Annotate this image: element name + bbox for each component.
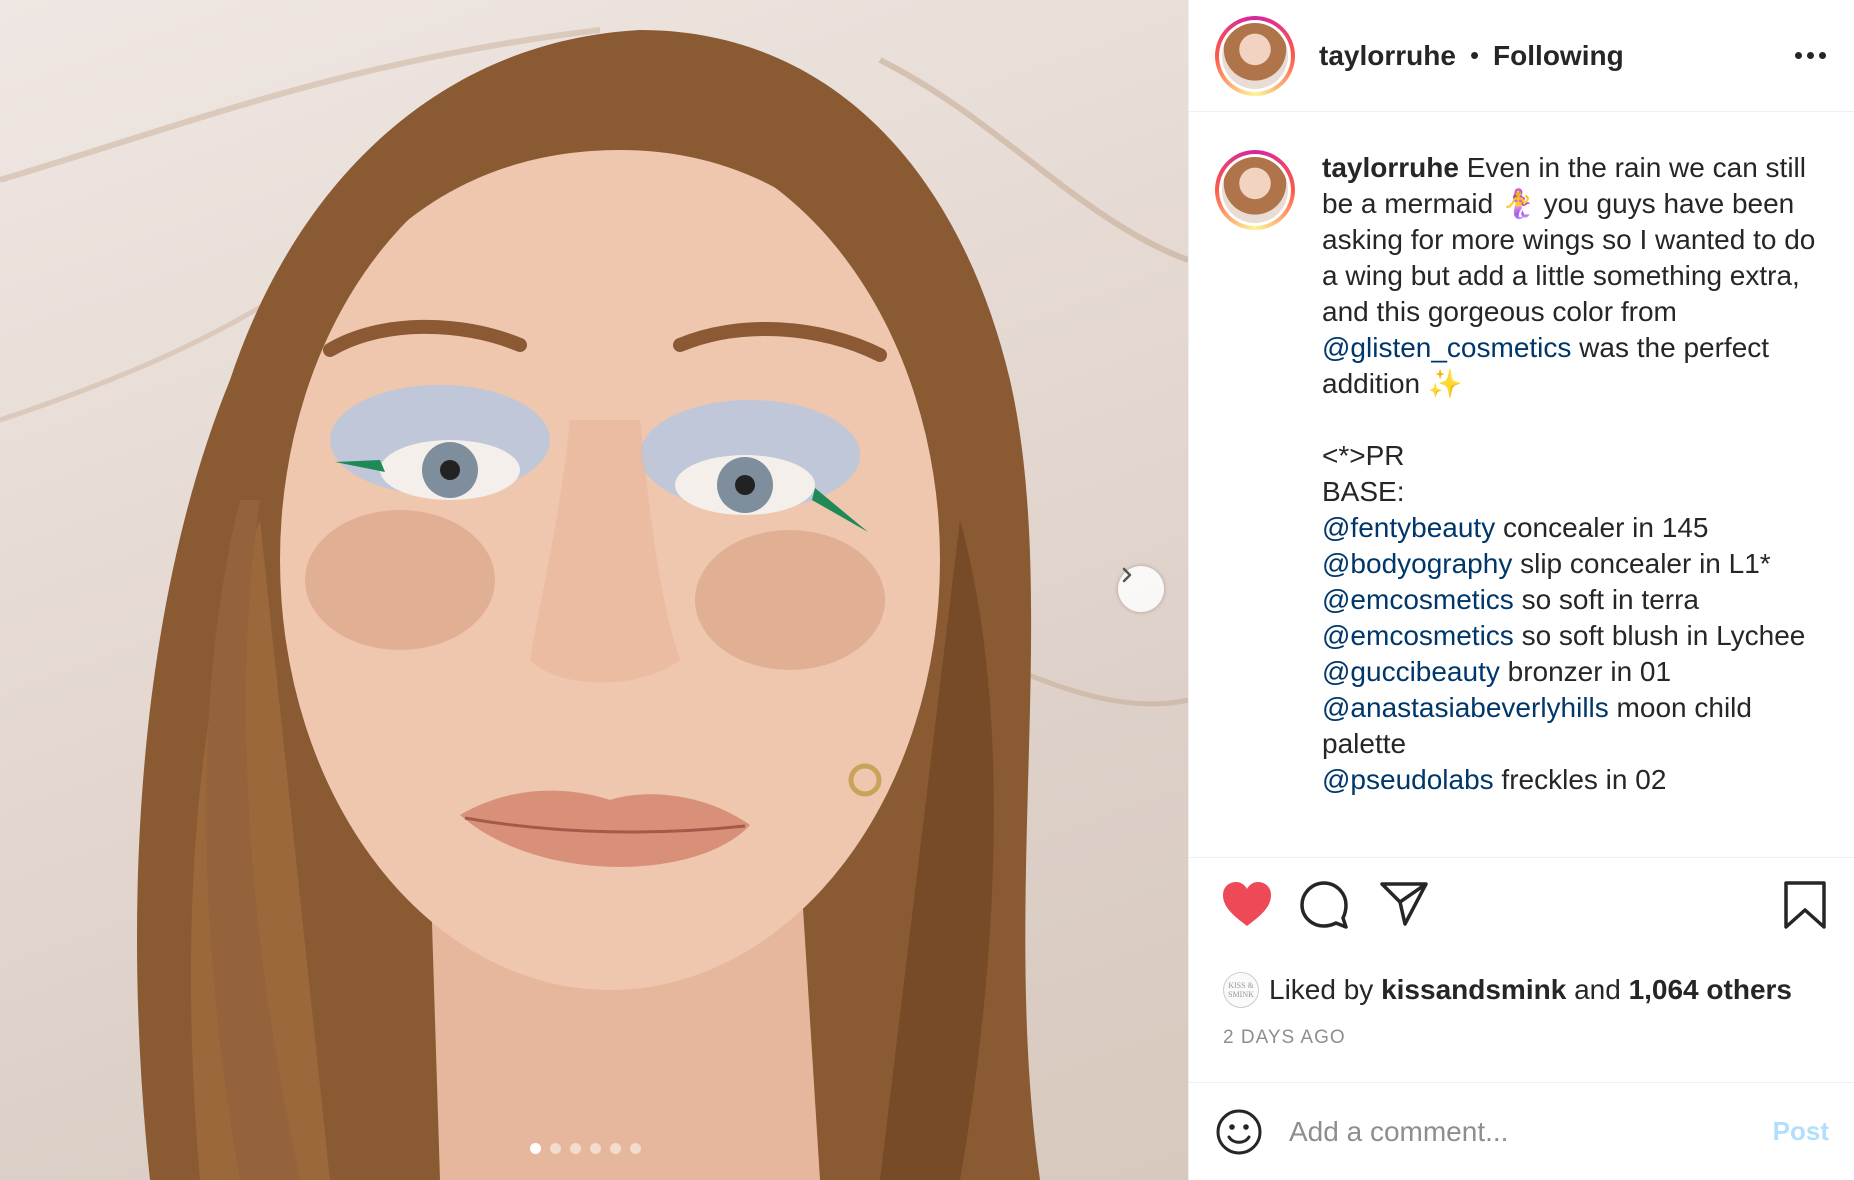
following-button[interactable]: Following [1493,40,1624,72]
caption-text: taylorruhe Even in the rain we can still… [1322,150,1832,857]
product-line: @bodyography slip concealer in L1* [1322,546,1832,582]
heart-icon[interactable] [1221,880,1273,928]
mention-link[interactable]: @bodyography [1322,548,1512,579]
post-timestamp[interactable]: 2 DAYS AGO [1223,1027,1346,1049]
carousel-dot [630,1143,641,1154]
liker-avatar[interactable]: KISS & SMINK [1223,972,1259,1008]
caption-avatar[interactable] [1215,150,1295,230]
caption-username[interactable]: taylorruhe [1322,152,1459,183]
likes-summary: KISS & SMINK Liked by kissandsmink and 1… [1223,972,1792,1008]
mention-link[interactable]: @emcosmetics [1322,620,1514,651]
comment-bar: Post [1189,1082,1854,1180]
product-text: so soft in terra [1513,584,1699,615]
liker-username[interactable]: kissandsmink [1381,974,1566,1006]
comment-input[interactable] [1289,1115,1773,1148]
mention-link[interactable]: @guccibeauty [1322,656,1500,687]
product-text: slip concealer in L1* [1512,548,1771,579]
product-text: bronzer in 01 [1499,656,1672,687]
product-text: freckles in 02 [1493,764,1667,795]
mention-link[interactable]: @glisten_cosmetics [1322,332,1571,363]
likes-and: and [1574,974,1621,1005]
carousel-next-button[interactable] [1118,566,1164,612]
caption-base-line: BASE: [1322,476,1405,507]
bookmark-icon[interactable] [1783,880,1827,930]
action-bar [1189,880,1854,950]
caption-pr-line: <*>PR [1322,440,1405,471]
mention-link[interactable]: @pseudolabs [1322,764,1494,795]
product-line: @emcosmetics so soft blush in Lychee [1322,618,1832,654]
product-line: @anastasiabeverlyhills moon child palett… [1322,690,1832,762]
mention-link[interactable]: @emcosmetics [1322,584,1514,615]
post-sidebar: taylorruhe • Following taylorruhe Even i… [1188,0,1854,1180]
caption-section: taylorruhe Even in the rain we can still… [1189,112,1854,858]
mention-link[interactable]: @fentybeauty [1322,512,1495,543]
post-comment-button[interactable]: Post [1773,1116,1829,1147]
post-photo[interactable] [0,0,1188,1180]
product-line: @emcosmetics so soft in terra [1322,582,1832,618]
product-line: @pseudolabs freckles in 02 [1322,762,1832,798]
header-username[interactable]: taylorruhe [1319,40,1456,72]
comment-icon[interactable] [1299,880,1349,930]
header-separator: • [1469,40,1480,70]
share-icon[interactable] [1379,880,1429,928]
post-header: taylorruhe • Following [1189,0,1854,112]
product-line: @fentybeauty concealer in 145 [1322,510,1832,546]
avatar[interactable] [1215,15,1295,96]
carousel-dot [550,1143,561,1154]
carousel-dot [570,1143,581,1154]
product-text: so soft blush in Lychee [1513,620,1806,651]
carousel-dot [590,1143,601,1154]
portrait-illustration [0,27,1188,1180]
emoji-icon[interactable] [1215,1108,1263,1156]
carousel-dot [530,1143,541,1154]
mention-link[interactable]: @anastasiabeverlyhills [1322,692,1609,723]
carousel-dot [610,1143,621,1154]
product-text: concealer in 145 [1495,512,1709,543]
likes-count-link[interactable]: 1,064 others [1629,974,1792,1006]
product-line: @guccibeauty bronzer in 01 [1322,654,1832,690]
carousel-indicator [530,1143,641,1154]
likes-prefix: Liked by [1269,974,1374,1005]
more-icon[interactable] [1795,44,1826,67]
chevron-right-icon [1122,567,1132,583]
